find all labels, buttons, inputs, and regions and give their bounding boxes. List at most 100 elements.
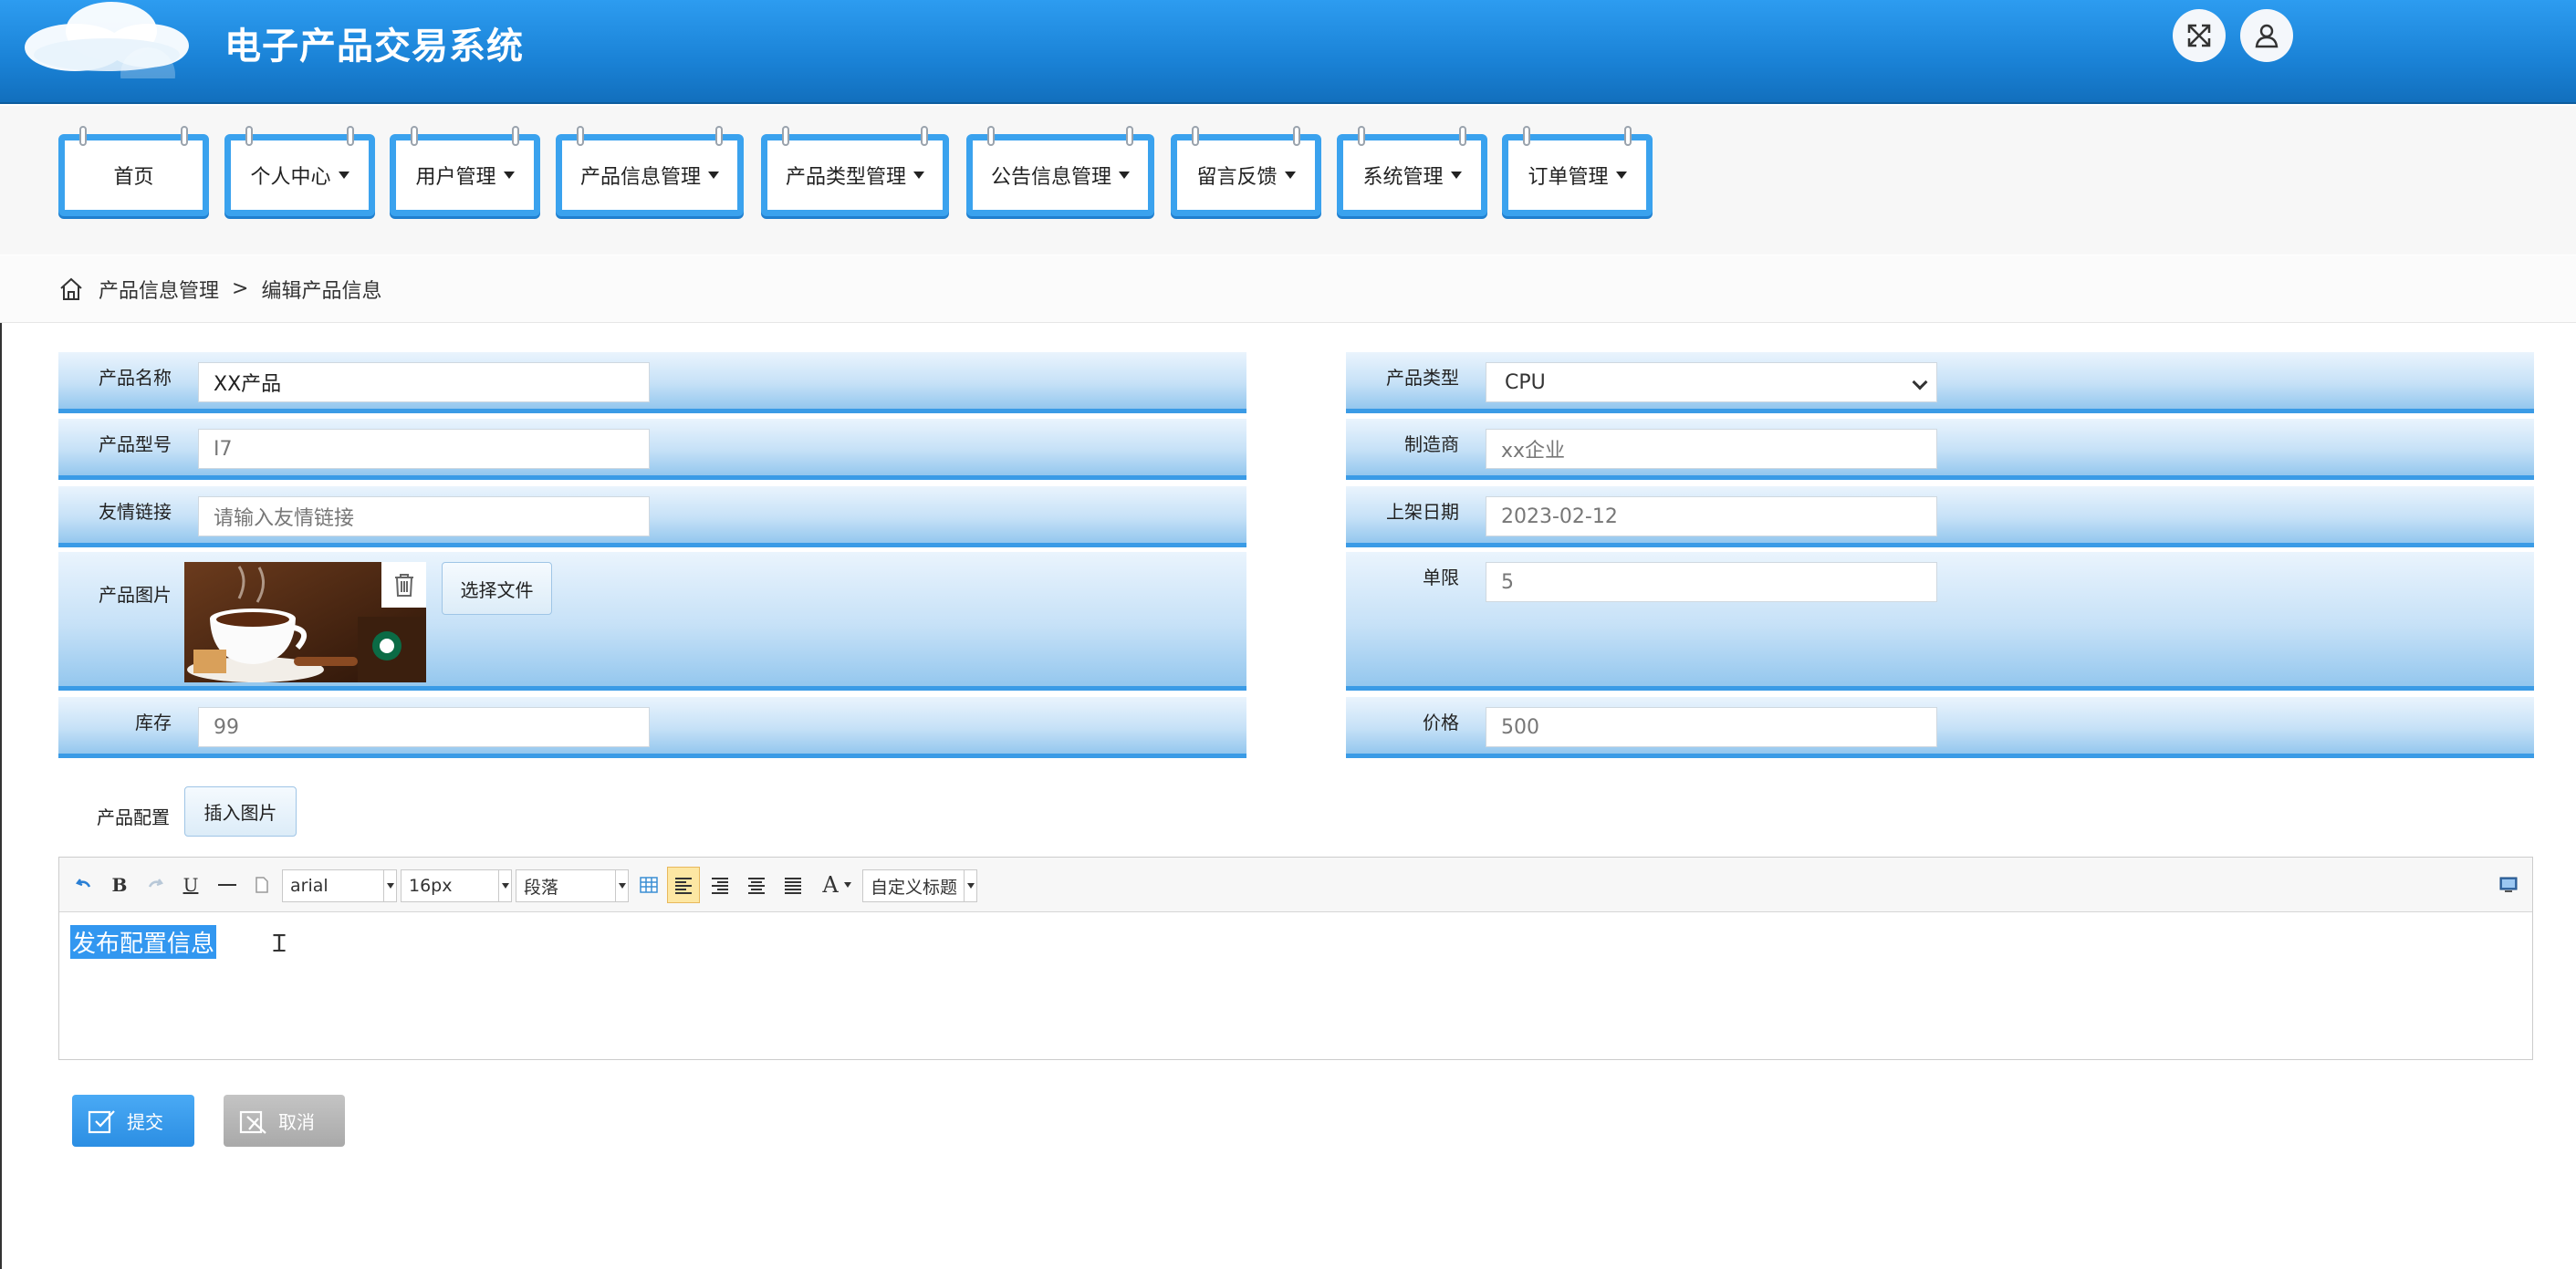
listing-date-label: 上架日期 (1386, 501, 1459, 523)
page-button[interactable] (251, 870, 273, 900)
source-button[interactable] (2496, 870, 2521, 900)
page-icon (256, 877, 268, 893)
redo-button[interactable] (143, 870, 167, 900)
left-border (0, 323, 2, 1269)
product-name-label: 产品名称 (99, 367, 172, 389)
caret-down-icon (503, 172, 515, 179)
product-type-select[interactable]: CPU (1486, 362, 1937, 402)
monitor-icon (2499, 877, 2518, 892)
insert-image-button[interactable]: 插入图片 (184, 786, 297, 837)
undo-button[interactable] (72, 870, 96, 900)
nav-item-announcement[interactable]: 公告信息管理 (966, 126, 1154, 216)
caret-down-icon (1450, 172, 1462, 179)
underline-button[interactable]: U (180, 870, 202, 900)
nav-item-label: 用户管理 (415, 166, 496, 189)
custom-heading-value: 自定义标题 (871, 877, 958, 898)
product-model-label: 产品型号 (99, 433, 172, 455)
chevron-down-icon (1912, 374, 1928, 390)
align-left-button[interactable] (667, 867, 700, 903)
nav-item-system[interactable]: 系统管理 (1337, 126, 1487, 216)
app-title: 电子产品交易系统 (224, 26, 524, 68)
choose-file-button[interactable]: 选择文件 (442, 562, 552, 615)
align-right-button[interactable] (707, 870, 733, 900)
nav-item-orders[interactable]: 订单管理 (1502, 126, 1653, 216)
product-type-value: CPU (1505, 370, 1546, 394)
bold-button[interactable]: B (109, 870, 130, 900)
price-input[interactable]: 500 (1486, 707, 1937, 747)
friend-link-label: 友情链接 (99, 501, 172, 523)
table-icon (640, 877, 658, 893)
chevron-down-icon (615, 870, 628, 901)
cancel-label: 取消 (278, 1111, 315, 1133)
font-family-select[interactable]: arial (282, 869, 397, 902)
breadcrumb-current: 编辑产品信息 (261, 279, 382, 303)
caret-down-icon (1119, 172, 1130, 179)
editor-content[interactable]: 发布配置信息 (70, 925, 217, 959)
caret-down-icon (338, 172, 349, 179)
submit-button[interactable]: 提交 (72, 1095, 194, 1147)
underline-icon: U (183, 874, 199, 896)
listing-date-input[interactable]: 2023-02-12 (1486, 496, 1937, 536)
nav-item-user-management[interactable]: 用户管理 (390, 126, 540, 216)
breadcrumb-parent[interactable]: 产品信息管理 (99, 275, 219, 304)
app-header: 电子产品交易系统 (0, 0, 2576, 104)
align-center-button[interactable] (744, 870, 769, 900)
nav-item-personal-center[interactable]: 个人中心 (224, 126, 375, 216)
chevron-down-icon (964, 870, 976, 901)
nav-item-label: 产品类型管理 (785, 166, 906, 189)
product-model-input[interactable]: I7 (198, 429, 650, 469)
breadcrumb-separator: > (232, 277, 249, 300)
font-color-button[interactable]: A (817, 870, 857, 900)
product-name-input[interactable]: XX产品 (198, 362, 650, 402)
home-icon[interactable] (58, 276, 84, 302)
trash-icon (394, 574, 413, 597)
fullscreen-button[interactable] (2173, 9, 2226, 62)
table-button[interactable] (636, 870, 662, 900)
user-button[interactable] (2240, 9, 2293, 62)
order-limit-input[interactable]: 5 (1486, 562, 1937, 602)
editor-toolbar: B U arial 16px 段落 A 自定义标题 (59, 858, 2532, 912)
caret-down-icon (913, 172, 924, 179)
chevron-down-icon (498, 870, 511, 901)
order-limit-label: 单限 (1423, 567, 1459, 588)
text-cursor-icon: Ｉ (267, 931, 292, 958)
nav-item-label: 系统管理 (1362, 166, 1444, 189)
align-left-icon (675, 878, 692, 894)
font-size-select[interactable]: 16px (401, 869, 512, 902)
fullscreen-icon (2187, 24, 2211, 47)
delete-image-button[interactable] (381, 562, 426, 608)
nav-item-label: 订单管理 (1528, 166, 1609, 189)
font-size-value: 16px (409, 876, 453, 896)
nav-item-label: 产品信息管理 (579, 166, 701, 189)
nav-item-label: 个人中心 (250, 166, 331, 189)
manufacturer-input[interactable]: xx企业 (1486, 429, 1937, 469)
x-square-icon (239, 1110, 266, 1134)
align-justify-button[interactable] (780, 870, 806, 900)
nav-item-home[interactable]: 首页 (58, 126, 209, 216)
caret-down-icon (843, 882, 851, 888)
config-label: 产品配置 (97, 806, 170, 828)
font-color-icon: A (822, 872, 839, 898)
nav-item-product-info[interactable]: 产品信息管理 (556, 126, 744, 216)
friend-link-input[interactable]: 请输入友情链接 (198, 496, 650, 536)
bold-icon: B (111, 874, 128, 896)
user-icon (2255, 24, 2279, 48)
caret-down-icon (1615, 172, 1627, 179)
check-square-icon (88, 1109, 115, 1133)
paragraph-select[interactable]: 段落 (516, 869, 629, 902)
product-image-label: 产品图片 (99, 584, 172, 606)
nav-item-label: 首页 (113, 166, 154, 189)
custom-heading-select[interactable]: 自定义标题 (862, 869, 977, 902)
stock-input[interactable]: 99 (198, 707, 650, 747)
price-label: 价格 (1423, 712, 1459, 733)
align-justify-icon (785, 878, 801, 894)
manufacturer-label: 制造商 (1404, 433, 1459, 455)
stock-label: 库存 (135, 712, 172, 733)
align-right-icon (712, 878, 728, 894)
submit-label: 提交 (127, 1111, 163, 1133)
nav-item-product-type[interactable]: 产品类型管理 (761, 126, 949, 216)
horizontal-rule-button[interactable] (216, 870, 238, 900)
product-type-label: 产品类型 (1386, 367, 1459, 389)
cancel-button[interactable]: 取消 (224, 1095, 345, 1147)
nav-item-feedback[interactable]: 留言反馈 (1171, 126, 1321, 216)
